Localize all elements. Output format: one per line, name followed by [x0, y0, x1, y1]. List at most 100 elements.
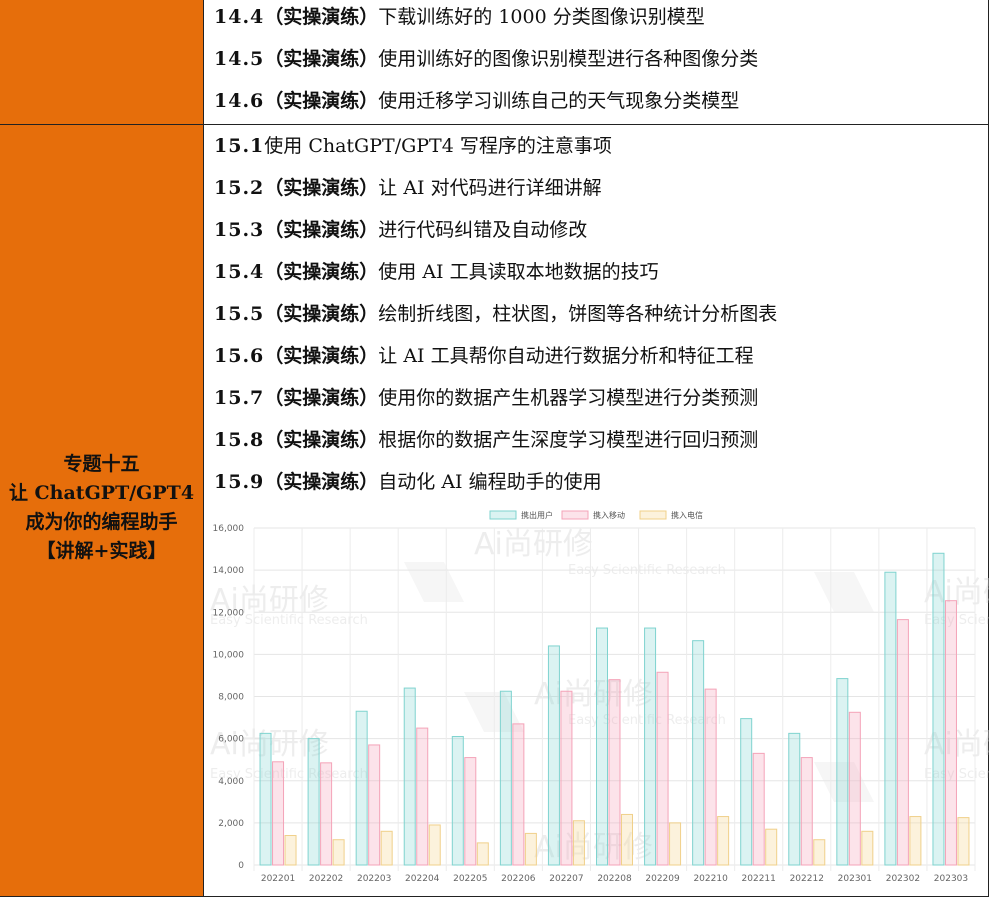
- curriculum-table: 专题十五 让 ChatGPT/GPT4 成为你的编程助手 【讲解+实践】 14.…: [0, 0, 991, 897]
- y-tick-label: 8,000: [218, 693, 244, 703]
- x-tick-label: 202205: [453, 874, 487, 884]
- x-tick-label: 202210: [693, 874, 728, 884]
- lesson-text: 使用迁移学习训练自己的天气现象分类模型: [378, 90, 740, 112]
- bar: [464, 757, 477, 866]
- lesson-tag: （实操演练）: [264, 48, 379, 70]
- bar: [932, 552, 945, 866]
- bar: [596, 627, 608, 866]
- x-tick-label: 202209: [645, 874, 680, 884]
- bar: [909, 816, 922, 866]
- section15-topic-title: 专题十五 让 ChatGPT/GPT4 成为你的编程助手 【讲解+实践】: [0, 450, 203, 566]
- y-tick-label: 6,000: [218, 735, 244, 745]
- lesson-text: 自动化 AI 编程助手的使用: [378, 471, 602, 493]
- lesson-tag: （实操演练）: [264, 429, 379, 451]
- bar: [944, 600, 957, 866]
- lesson-number: 15.3: [214, 219, 265, 241]
- bar-chart-svg: Ai尚研修 Easy Scientific Research Ai尚研修 Eas…: [210, 510, 991, 884]
- lesson-text: 使用训练好的图像识别模型进行各种图像分类: [378, 48, 759, 70]
- bar: [644, 627, 657, 866]
- bar: [403, 687, 416, 866]
- y-tick-label: 12,000: [213, 608, 245, 618]
- lesson-tag: （实操演练）: [264, 303, 379, 325]
- lesson-row: 15.2（实操演练）让 AI 对代码进行详细讲解: [214, 167, 602, 209]
- x-tick-label: 202301: [838, 874, 872, 884]
- chart-legend: 携出用户 携入移动 携入电信: [489, 510, 703, 520]
- lesson-number: 15.2: [214, 177, 265, 199]
- y-tick-label: 10,000: [213, 650, 245, 660]
- bar: [560, 690, 573, 866]
- lesson-row: 15.5（实操演练）绘制折线图，柱状图，饼图等各种统计分析图表: [214, 293, 777, 335]
- bar: [272, 761, 285, 866]
- legend-swatch: [639, 510, 667, 520]
- lesson-number: 15.9: [214, 471, 265, 493]
- lesson-number: 14.6: [214, 90, 265, 112]
- watermark-logo: Ai尚研修 Easy Scientific Research: [404, 527, 726, 602]
- x-tick-label: 202208: [597, 874, 632, 884]
- bar: [416, 727, 429, 866]
- lesson-tag: （实操演练）: [264, 90, 379, 112]
- lesson-tag: （实操演练）: [264, 471, 379, 493]
- lesson-text: 使用 ChatGPT/GPT4 写程序的注意事项: [264, 135, 612, 157]
- bar: [476, 842, 489, 866]
- lesson-number: 15.7: [214, 387, 265, 409]
- lesson-row: 15.7（实操演练）使用你的数据产生机器学习模型进行分类预测: [214, 377, 758, 419]
- lesson-text: 让 AI 工具帮你自动进行数据分析和特征工程: [378, 345, 754, 367]
- lesson-tag: （实操演练）: [264, 6, 379, 28]
- lesson-row: 15.4（实操演练）使用 AI 工具读取本地数据的技巧: [214, 251, 659, 293]
- y-tick-label: 0: [238, 861, 244, 871]
- bar: [656, 671, 669, 866]
- bar: [957, 817, 970, 866]
- lesson-number: 15.6: [214, 345, 265, 367]
- lesson-row: 15.8（实操演练）根据你的数据产生深度学习模型进行回归预测: [214, 419, 758, 461]
- bar: [717, 816, 730, 866]
- y-tick-label: 14,000: [213, 566, 245, 576]
- bar: [524, 832, 537, 866]
- bar-chart: Ai尚研修 Easy Scientific Research Ai尚研修 Eas…: [204, 502, 991, 897]
- bar: [547, 645, 560, 866]
- lesson-row: 14.6（实操演练）使用迁移学习训练自己的天气现象分类模型: [214, 80, 739, 122]
- bar: [428, 824, 441, 866]
- bar: [451, 736, 464, 866]
- bar: [621, 813, 633, 866]
- x-tick-label: 202212: [790, 874, 824, 884]
- y-tick-label: 16,000: [213, 524, 245, 534]
- lesson-number: 15.4: [214, 261, 265, 283]
- x-tick-label: 202204: [405, 874, 440, 884]
- lesson-number: 14.4: [214, 6, 265, 28]
- legend-label: 携出用户: [521, 510, 553, 520]
- x-tick-label: 202202: [309, 874, 343, 884]
- bar: [332, 839, 345, 866]
- lesson-tag: （实操演练）: [264, 177, 379, 199]
- bar: [884, 571, 897, 866]
- watermark-logo: Ai尚研修 Easy Scientific Research: [210, 583, 368, 628]
- lesson-number: 15.8: [214, 429, 265, 451]
- lesson-text: 下载训练好的 1000 分类图像识别模型: [378, 6, 705, 28]
- topic-line: 专题十五: [63, 453, 140, 475]
- x-tick-label: 202211: [742, 874, 776, 884]
- lesson-text: 进行代码纠错及自动修改: [378, 219, 588, 241]
- lesson-row: 15.1使用 ChatGPT/GPT4 写程序的注意事项: [214, 125, 612, 167]
- lesson-text: 让 AI 对代码进行详细讲解: [378, 177, 602, 199]
- bar: [368, 744, 381, 866]
- lesson-text: 根据你的数据产生深度学习模型进行回归预测: [378, 429, 759, 451]
- lesson-row: 15.9（实操演练）自动化 AI 编程助手的使用: [214, 461, 602, 503]
- watermark-brand: Ai尚研修: [474, 527, 593, 562]
- lesson-row: 15.3（实操演练）进行代码纠错及自动修改: [214, 209, 587, 251]
- x-tick-label: 202203: [357, 874, 391, 884]
- lesson-tag: （实操演练）: [264, 261, 379, 283]
- bar: [259, 732, 272, 866]
- y-tick-label: 2,000: [218, 819, 244, 829]
- bar: [380, 830, 393, 866]
- x-tick-label: 202207: [549, 874, 583, 884]
- x-axis-labels: 202201 202202 202203 202204 202205 202206 2022…: [261, 874, 968, 884]
- lesson-tag: （实操演练）: [264, 219, 379, 241]
- topic-line: 成为你的编程助手: [25, 511, 178, 533]
- bar: [704, 688, 717, 866]
- legend-label: 携入电信: [671, 510, 703, 520]
- watermark-logo-shape: [814, 572, 874, 612]
- x-tick-label: 202303: [934, 874, 968, 884]
- x-tick-label: 202206: [501, 874, 536, 884]
- bar: [800, 757, 813, 866]
- bar: [896, 619, 909, 866]
- bar: [355, 710, 368, 866]
